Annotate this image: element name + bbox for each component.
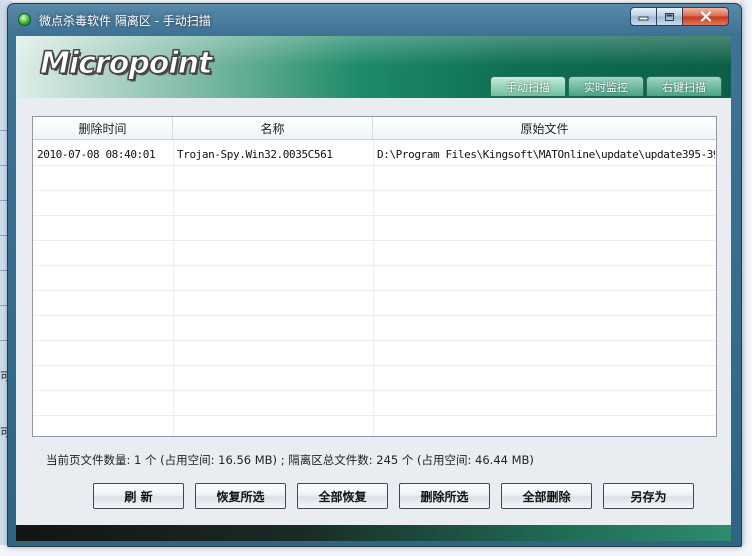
quarantine-window: 微点杀毒软件 隔离区 - 手动扫描 Micropoint 手动扫描 实时监控 右…	[7, 3, 742, 547]
close-button[interactable]	[683, 7, 729, 26]
title-bar[interactable]: 微点杀毒软件 隔离区 - 手动扫描	[8, 4, 741, 36]
cell-name: Trojan-Spy.Win32.0035C561	[177, 148, 333, 161]
quarantine-content: 删除时间 名称 原始文件 2010-07-08 08:40:01 Trojan-…	[16, 98, 731, 525]
minimize-icon	[638, 16, 649, 21]
footer-bar	[16, 525, 731, 541]
save-as-button[interactable]: 另存为	[603, 483, 694, 509]
tab-realtime-monitor[interactable]: 实时监控	[568, 76, 644, 96]
close-icon	[700, 11, 711, 22]
header-banner: Micropoint 手动扫描 实时监控 右键扫描	[16, 36, 731, 98]
restore-all-button[interactable]: 全部恢复	[297, 483, 388, 509]
green-dot-icon	[18, 13, 31, 26]
micropoint-logo: Micropoint	[39, 46, 212, 82]
quarantine-table[interactable]: 删除时间 名称 原始文件 2010-07-08 08:40:01 Trojan-…	[32, 116, 717, 437]
delete-selected-button[interactable]: 删除所选	[399, 483, 490, 509]
tab-manual-scan[interactable]: 手动扫描	[490, 76, 566, 96]
cell-delete-time: 2010-07-08 08:40:01	[37, 148, 156, 161]
column-header-delete-time[interactable]: 删除时间	[33, 117, 173, 139]
maximize-button[interactable]	[657, 7, 683, 26]
refresh-button[interactable]: 刷 新	[93, 483, 184, 509]
column-header-original-file[interactable]: 原始文件	[373, 117, 716, 139]
table-header: 删除时间 名称 原始文件	[33, 117, 716, 140]
minimize-button[interactable]	[630, 7, 657, 26]
status-summary: 当前页文件数量: 1 个 (占用空间: 16.56 MB) ; 隔离区总文件数:…	[46, 453, 534, 467]
column-header-name[interactable]: 名称	[173, 117, 373, 139]
cell-original-file: D:\Program Files\Kingsoft\MATOnline\upda…	[377, 148, 715, 161]
scan-mode-tabs: 手动扫描 实时监控 右键扫描	[490, 76, 724, 98]
maximize-icon	[665, 12, 674, 21]
table-body: 2010-07-08 08:40:01 Trojan-Spy.Win32.003…	[33, 140, 716, 436]
window-controls	[630, 7, 729, 29]
tab-context-menu-scan[interactable]: 右键扫描	[646, 76, 722, 96]
window-title: 微点杀毒软件 隔离区 - 手动扫描	[39, 14, 211, 28]
restore-selected-button[interactable]: 恢复所选	[195, 483, 286, 509]
delete-all-button[interactable]: 全部删除	[501, 483, 592, 509]
